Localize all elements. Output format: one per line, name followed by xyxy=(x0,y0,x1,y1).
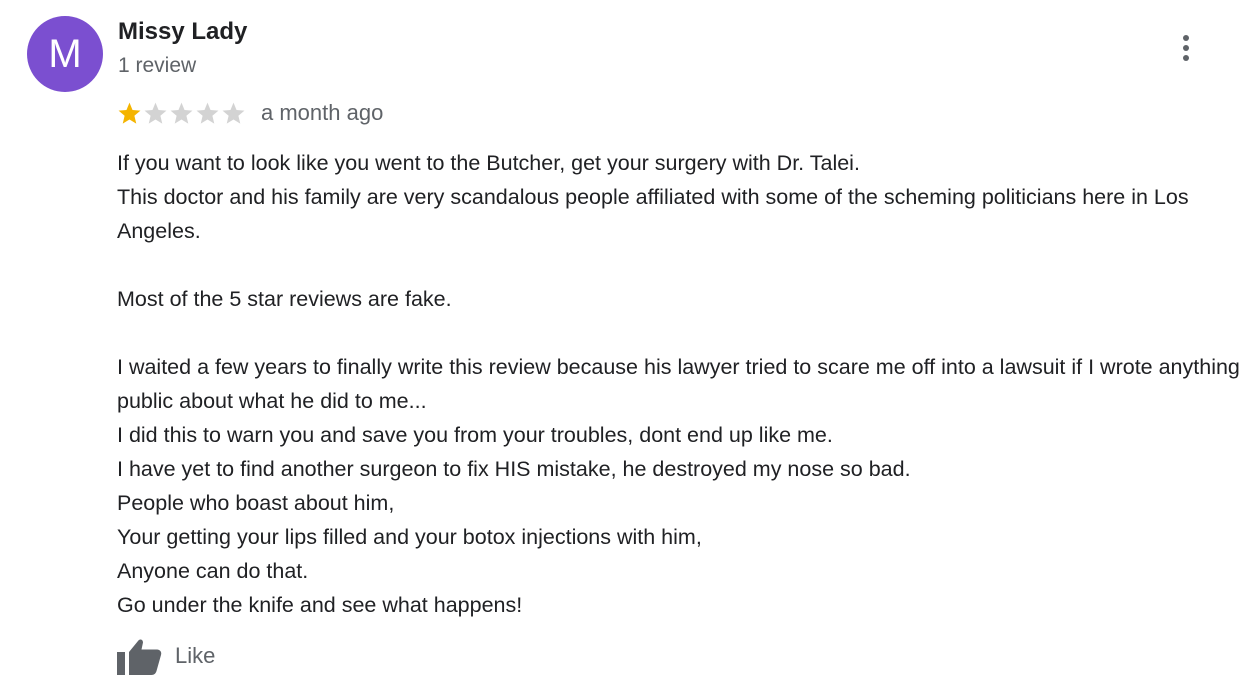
star-empty-icon xyxy=(144,102,167,124)
star-empty-icon xyxy=(170,102,193,124)
like-label: Like xyxy=(175,643,216,668)
more-options-button[interactable] xyxy=(1168,28,1204,68)
star-empty-icon xyxy=(196,102,219,124)
review-text: If you want to look like you went to the… xyxy=(117,151,1240,617)
avatar[interactable]: M xyxy=(27,16,103,92)
review-count: 1 review xyxy=(118,54,197,77)
thumb-up-icon xyxy=(117,639,162,675)
review-date: a month ago xyxy=(261,100,384,125)
like-button[interactable]: Like xyxy=(117,636,215,676)
author-name[interactable]: Missy Lady xyxy=(118,18,247,46)
star-empty-icon xyxy=(222,102,245,124)
star-filled-icon xyxy=(118,102,141,124)
star-rating xyxy=(117,101,247,126)
avatar-letter: M xyxy=(48,32,82,76)
rating-row: a month ago xyxy=(117,98,383,128)
